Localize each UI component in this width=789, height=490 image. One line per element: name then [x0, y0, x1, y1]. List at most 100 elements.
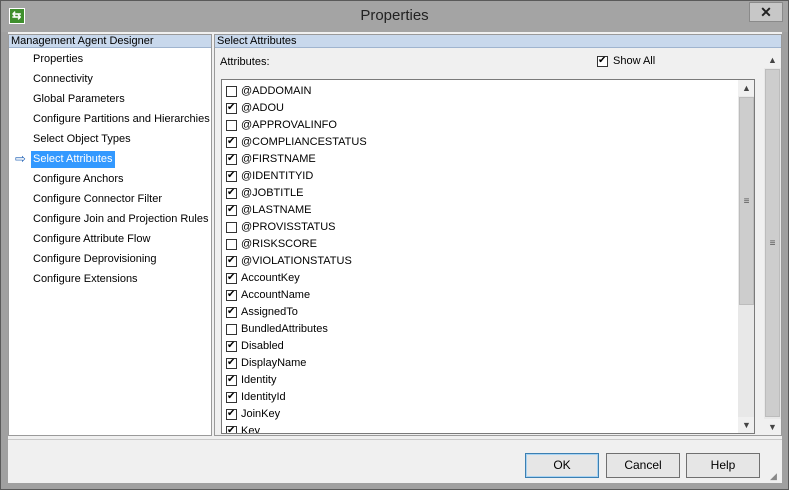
attribute-checkbox[interactable]: [226, 357, 237, 369]
attribute-item[interactable]: JoinKey: [226, 406, 280, 423]
cancel-button[interactable]: Cancel: [606, 453, 680, 478]
attribute-item[interactable]: @ADDOMAIN: [226, 83, 311, 100]
attribute-item[interactable]: @JOBTITLE: [226, 185, 304, 202]
nav-item[interactable]: Configure Deprovisioning: [31, 251, 159, 268]
attribute-item[interactable]: BundledAttributes: [226, 321, 328, 338]
nav-item[interactable]: Configure Connector Filter: [31, 191, 164, 208]
ok-button[interactable]: OK: [525, 453, 599, 478]
attribute-label: @RISKSCORE: [241, 238, 317, 250]
attribute-checkbox[interactable]: [226, 85, 237, 97]
attributes-list-scrollbar[interactable]: ▲ ≡ ▼: [738, 80, 754, 433]
attribute-checkbox[interactable]: [226, 170, 237, 182]
attribute-label: @VIOLATIONSTATUS: [241, 255, 352, 267]
nav-item[interactable]: Configure Attribute Flow: [31, 231, 152, 248]
attribute-item[interactable]: @LASTNAME: [226, 202, 311, 219]
attribute-item[interactable]: AccountName: [226, 287, 310, 304]
title-bar[interactable]: ⇆ Properties ✕: [1, 1, 788, 32]
attribute-checkbox[interactable]: [226, 289, 237, 301]
nav-item[interactable]: Configure Anchors: [31, 171, 126, 188]
attribute-item[interactable]: Key: [226, 423, 260, 434]
resize-grip-icon[interactable]: ◢: [770, 471, 780, 481]
attribute-label: @LASTNAME: [241, 204, 312, 216]
panel-scroll-thumb[interactable]: ≡: [765, 69, 780, 417]
attribute-label: BundledAttributes: [241, 323, 328, 335]
attribute-item[interactable]: IdentityId: [226, 389, 286, 406]
properties-window: ⇆ Properties ✕ Management Agent Designer…: [0, 0, 789, 490]
nav-item[interactable]: Configure Join and Projection Rules: [31, 211, 211, 228]
attribute-checkbox[interactable]: [226, 323, 237, 335]
attribute-label: DisplayName: [241, 357, 307, 369]
attributes-panel-header: Select Attributes: [215, 35, 781, 48]
footer-divider: [8, 439, 782, 440]
attribute-item[interactable]: @FIRSTNAME: [226, 151, 316, 168]
attributes-label: Attributes:: [220, 56, 270, 68]
nav-item[interactable]: Properties: [31, 51, 85, 68]
attribute-checkbox[interactable]: [226, 306, 237, 318]
attribute-checkbox[interactable]: [226, 204, 237, 216]
nav-item[interactable]: Connectivity: [31, 71, 95, 88]
attribute-label: @PROVISSTATUS: [241, 221, 336, 233]
attribute-item[interactable]: AssignedTo: [226, 304, 298, 321]
attribute-label: @JOBTITLE: [241, 187, 304, 199]
attribute-label: @APPROVALINFO: [241, 119, 337, 131]
panel-scroll-down-icon[interactable]: ▼: [764, 419, 781, 435]
attribute-item[interactable]: @PROVISSTATUS: [226, 219, 336, 236]
nav-item[interactable]: Configure Partitions and Hierarchies: [31, 111, 212, 128]
attribute-checkbox[interactable]: [226, 374, 237, 386]
attribute-item[interactable]: @COMPLIANCESTATUS: [226, 134, 367, 151]
attribute-item[interactable]: Identity: [226, 372, 276, 389]
show-all-check-icon[interactable]: [597, 55, 608, 67]
attribute-checkbox[interactable]: [226, 391, 237, 403]
scroll-down-icon[interactable]: ▼: [738, 417, 754, 433]
attribute-item[interactable]: @ADOU: [226, 100, 284, 117]
attribute-checkbox[interactable]: [226, 425, 237, 433]
attribute-checkbox[interactable]: [226, 408, 237, 420]
select-attributes-panel: Select Attributes Attributes: Show All ▲…: [214, 34, 782, 436]
attribute-label: Disabled: [241, 340, 284, 352]
attribute-label: IdentityId: [241, 391, 286, 403]
attribute-label: JoinKey: [241, 408, 281, 420]
current-step-arrow-icon: ⇨: [15, 151, 26, 166]
attribute-item[interactable]: AccountKey: [226, 270, 300, 287]
attribute-item[interactable]: Disabled: [226, 338, 284, 355]
close-button[interactable]: ✕: [749, 2, 783, 22]
attribute-label: @COMPLIANCESTATUS: [241, 136, 367, 148]
attribute-label: Identity: [241, 374, 277, 386]
attributes-list[interactable]: ▲ ≡ ▼ @ADDOMAIN @ADOU @APPROVALINFO @COMPLI…: [221, 79, 755, 434]
attribute-item[interactable]: DisplayName: [226, 355, 306, 372]
attribute-checkbox[interactable]: [226, 119, 237, 131]
panel-scroll-up-icon[interactable]: ▲: [764, 52, 781, 68]
panel-scrollbar[interactable]: ▲ ≡ ▼: [764, 52, 781, 435]
attribute-label: AccountName: [241, 289, 311, 301]
attribute-item[interactable]: @APPROVALINFO: [226, 117, 337, 134]
nav-item[interactable]: Global Parameters: [31, 91, 127, 108]
attribute-label: @IDENTITYID: [241, 170, 314, 182]
nav-item[interactable]: Select Attributes: [31, 151, 115, 168]
attribute-label: Key: [241, 425, 260, 434]
scroll-thumb[interactable]: ≡: [739, 97, 754, 305]
attribute-label: @ADDOMAIN: [241, 85, 312, 97]
scroll-up-icon[interactable]: ▲: [738, 80, 754, 96]
attribute-checkbox[interactable]: [226, 153, 237, 165]
attribute-item[interactable]: @RISKSCORE: [226, 236, 317, 253]
attribute-label: @ADOU: [241, 102, 284, 114]
show-all-checkbox[interactable]: Show All: [597, 55, 655, 67]
nav-item[interactable]: Select Object Types: [31, 131, 133, 148]
attribute-checkbox[interactable]: [226, 272, 237, 284]
attribute-checkbox[interactable]: [226, 136, 237, 148]
attribute-checkbox[interactable]: [226, 221, 237, 233]
window-title: Properties: [360, 7, 429, 24]
dialog-client-area: Management Agent Designer Properties Conn…: [8, 32, 782, 483]
attribute-checkbox[interactable]: [226, 187, 237, 199]
nav-panel-header: Management Agent Designer: [9, 35, 211, 48]
help-button[interactable]: Help: [686, 453, 760, 478]
attribute-item[interactable]: @IDENTITYID: [226, 168, 313, 185]
attribute-checkbox[interactable]: [226, 255, 237, 267]
designer-nav-panel: Management Agent Designer Properties Conn…: [8, 34, 212, 436]
nav-item[interactable]: Configure Extensions: [31, 271, 140, 288]
attribute-label: AccountKey: [241, 272, 300, 284]
attribute-checkbox[interactable]: [226, 238, 237, 250]
attribute-checkbox[interactable]: [226, 340, 237, 352]
attribute-checkbox[interactable]: [226, 102, 237, 114]
attribute-item[interactable]: @VIOLATIONSTATUS: [226, 253, 352, 270]
